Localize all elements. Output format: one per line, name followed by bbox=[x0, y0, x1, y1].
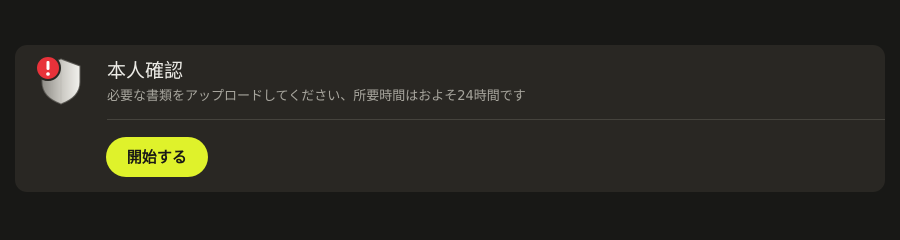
exclamation-alert-icon bbox=[35, 55, 61, 81]
divider bbox=[107, 119, 885, 120]
verification-status-icon bbox=[34, 54, 84, 106]
verification-title: 本人確認 bbox=[107, 60, 184, 82]
start-button[interactable]: 開始する bbox=[106, 137, 208, 177]
verification-description: 必要な書類をアップロードしてください、所要時間はおよそ24時間です bbox=[107, 89, 526, 104]
